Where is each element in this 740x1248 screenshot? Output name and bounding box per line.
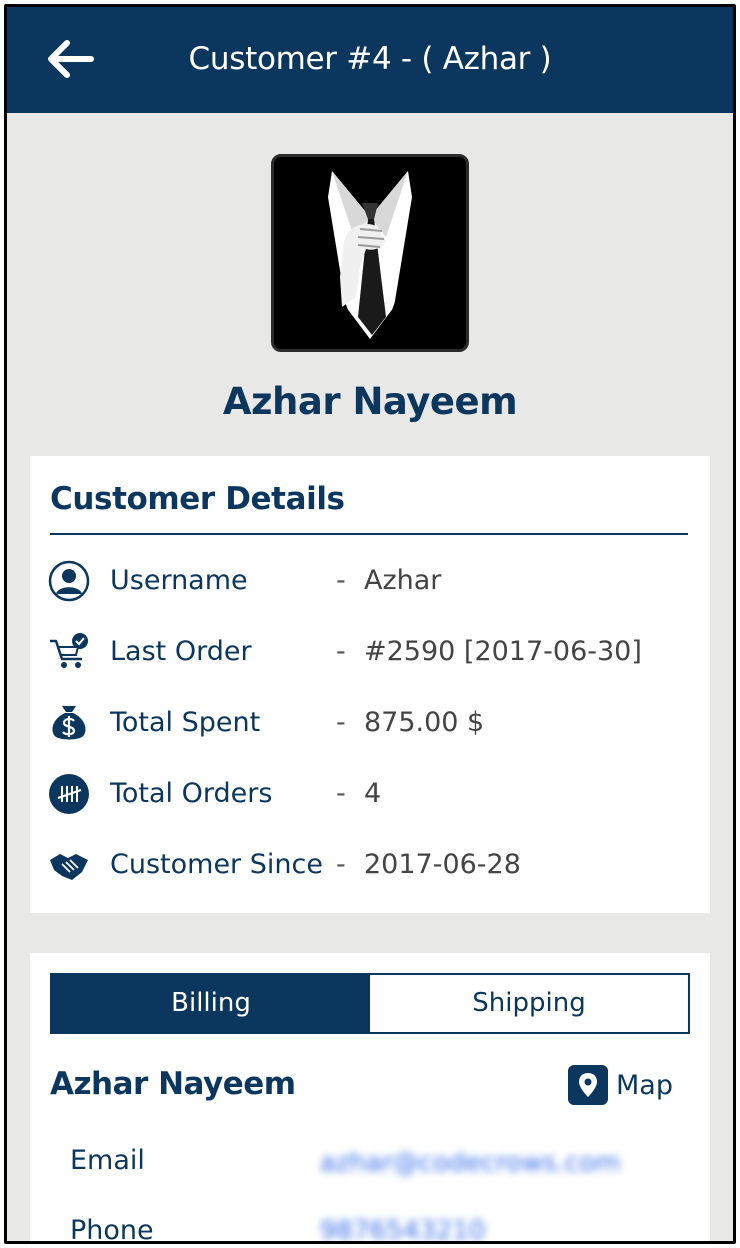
- detail-row-total-spent: Total Spent - 875.00 $: [48, 698, 698, 748]
- phone-value[interactable]: 9876543210: [320, 1211, 485, 1241]
- detail-row-customer-since: Customer Since - 2017-06-28: [48, 840, 698, 890]
- map-pin-icon: [568, 1065, 608, 1105]
- tally-icon: [49, 774, 89, 814]
- customer-details-card: Customer Details Username - Azhar Last O…: [30, 456, 710, 913]
- suit-and-tie-avatar-icon: [274, 157, 466, 349]
- page-title: Customer #4 - ( Azhar ): [188, 41, 552, 77]
- address-card: Billing Shipping Azhar Nayeem Map Email …: [30, 953, 710, 1244]
- detail-separator: -: [336, 849, 346, 880]
- detail-label: Customer Since: [110, 849, 323, 880]
- cart-check-icon: [50, 633, 88, 668]
- detail-separator: -: [336, 707, 346, 738]
- detail-label: Total Orders: [110, 778, 273, 809]
- address-tabs: Billing Shipping: [50, 973, 690, 1034]
- detail-value: 4: [364, 778, 382, 809]
- detail-value: #2590 [2017-06-30]: [364, 636, 642, 667]
- money-bag-icon: [52, 706, 86, 740]
- address-name: Azhar Nayeem: [50, 1066, 296, 1102]
- detail-row-last-order: Last Order - #2590 [2017-06-30]: [48, 627, 698, 677]
- detail-value: Azhar: [364, 565, 442, 596]
- user-icon: [48, 560, 90, 602]
- detail-separator: -: [336, 778, 346, 809]
- detail-separator: -: [336, 565, 346, 596]
- avatar: [271, 154, 469, 352]
- detail-value: 875.00 $: [364, 707, 485, 738]
- detail-label: Total Spent: [110, 707, 261, 738]
- tab-shipping[interactable]: Shipping: [370, 975, 688, 1032]
- customer-name: Azhar Nayeem: [222, 380, 518, 423]
- app-bar: Customer #4 - ( Azhar ): [7, 7, 733, 113]
- detail-row-username: Username - Azhar: [48, 556, 698, 606]
- email-label: Email: [70, 1145, 145, 1176]
- detail-separator: -: [336, 636, 346, 667]
- divider: [50, 533, 688, 535]
- phone-label: Phone: [70, 1215, 154, 1244]
- tab-billing[interactable]: Billing: [52, 975, 370, 1032]
- detail-label: Username: [110, 565, 248, 596]
- detail-value: 2017-06-28: [364, 849, 521, 880]
- detail-row-total-orders: Total Orders - 4: [48, 769, 698, 819]
- map-label: Map: [616, 1070, 673, 1101]
- app-screen: Customer #4 - ( Azhar ) Azhar Nayeem Cus…: [4, 4, 736, 1244]
- detail-label: Last Order: [110, 636, 252, 667]
- section-title: Customer Details: [50, 481, 345, 517]
- email-value[interactable]: azhar@codecrows.com: [320, 1143, 620, 1183]
- handshake-icon: [50, 854, 88, 880]
